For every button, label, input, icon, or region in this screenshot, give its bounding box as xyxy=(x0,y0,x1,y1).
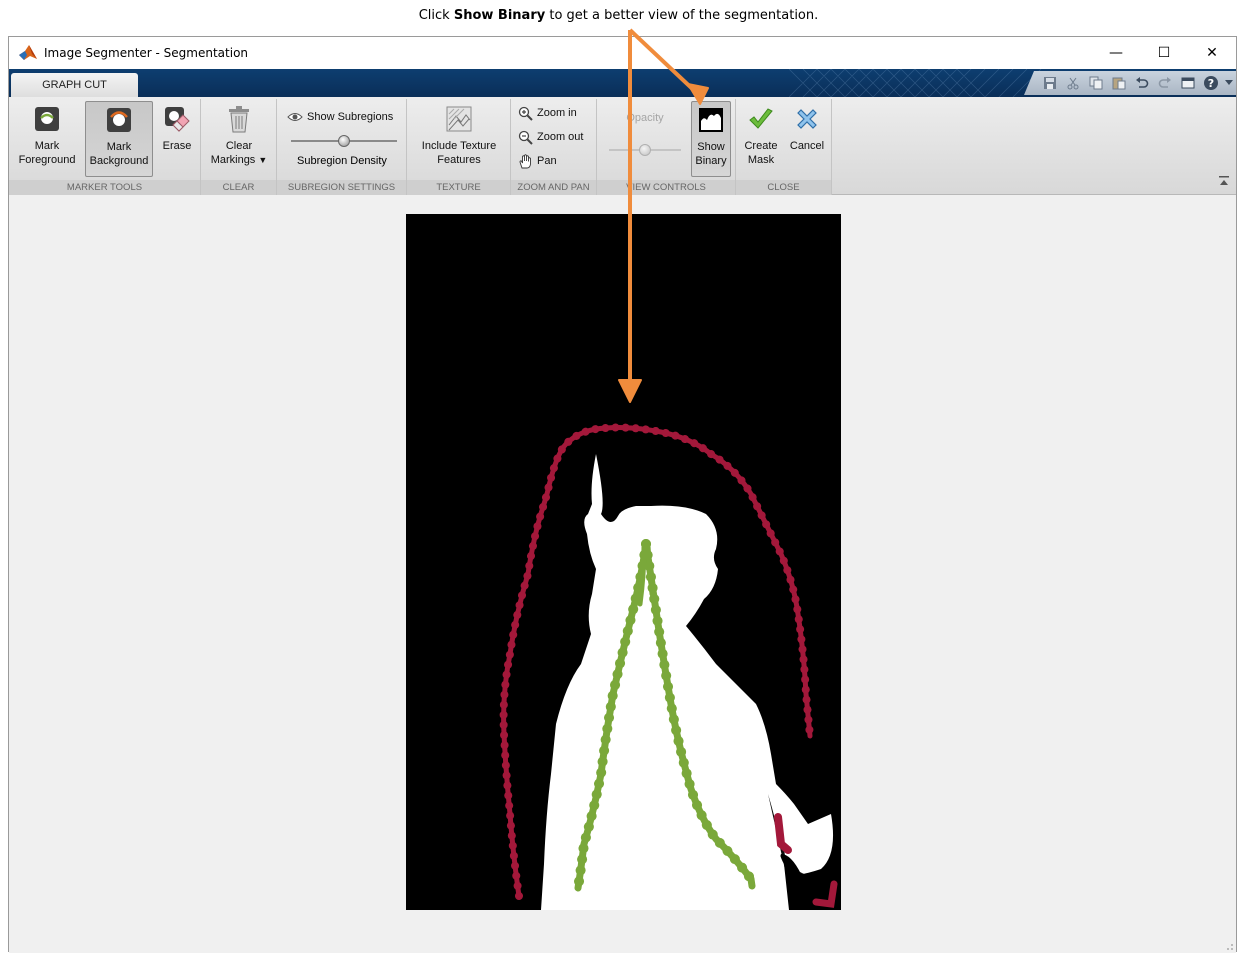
eraser-icon xyxy=(163,105,191,133)
group-label-zoom-and-pan: ZOOM AND PAN xyxy=(511,180,596,195)
group-marker-tools: Mark Foreground Mark Background Erase MA… xyxy=(9,99,201,195)
tab-graph-cut[interactable]: GRAPH CUT xyxy=(11,73,138,97)
clear-markings-label-2: Markings ▼ xyxy=(210,154,268,166)
show-binary-label-1: Show xyxy=(697,141,725,153)
include-texture-label-2: Features xyxy=(437,154,481,166)
group-close: Create Mask Cancel CLOSE xyxy=(736,99,832,195)
mark-background-button[interactable]: Mark Background xyxy=(85,101,153,177)
app-window: Image Segmenter - Segmentation — ☐ ✕ GRA… xyxy=(8,36,1237,953)
toolstrip-ribbon: Mark Foreground Mark Background Erase MA… xyxy=(9,97,1236,195)
zoom-in-button[interactable]: Zoom in xyxy=(517,105,577,121)
help-icon[interactable]: ? xyxy=(1199,73,1222,93)
redo-icon[interactable] xyxy=(1153,73,1176,93)
mark-foreground-icon xyxy=(33,105,61,133)
group-label-marker-tools: MARKER TOOLS xyxy=(9,180,200,195)
show-binary-label-2: Binary xyxy=(695,155,727,167)
resize-grip-icon[interactable] xyxy=(1224,941,1234,951)
cut-icon[interactable] xyxy=(1061,73,1084,93)
eye-icon xyxy=(287,109,303,125)
close-button[interactable]: ✕ xyxy=(1188,37,1236,69)
subregion-density-label: Subregion Density xyxy=(297,155,387,167)
segmentation-graphic xyxy=(499,423,838,910)
paste-icon[interactable] xyxy=(1107,73,1130,93)
show-subregions-label: Show Subregions xyxy=(307,111,394,123)
copy-icon[interactable] xyxy=(1084,73,1107,93)
opacity-label: Opacity xyxy=(626,112,664,124)
pan-button[interactable]: Pan xyxy=(517,153,557,169)
clear-markings-button[interactable]: Clear Markings ▼ xyxy=(205,101,273,167)
group-view-controls: Opacity Show Binary VIEW CONTROLS xyxy=(597,99,736,195)
clear-markings-label-1: Clear xyxy=(225,140,253,152)
binary-segmentation-image[interactable] xyxy=(406,214,841,910)
collapse-ribbon-icon[interactable] xyxy=(1218,175,1230,187)
erase-label: Erase xyxy=(162,140,192,152)
group-texture: Include Texture Features TEXTURE xyxy=(407,99,511,195)
annotation-suffix: to get a better view of the segmentation… xyxy=(549,8,819,23)
mark-background-label-1: Mark xyxy=(106,141,132,153)
window-title: Image Segmenter - Segmentation xyxy=(44,46,249,60)
mark-background-icon xyxy=(105,106,133,134)
trash-icon xyxy=(225,105,253,133)
mark-foreground-label-2: Foreground xyxy=(18,154,76,166)
pan-label: Pan xyxy=(537,155,557,167)
group-label-view-controls: VIEW CONTROLS xyxy=(597,180,735,195)
tab-strip: GRAPH CUT ? xyxy=(9,69,1236,97)
group-subregion-settings: Show Subregions Subregion Density SUBREG… xyxy=(277,99,407,195)
annotation-bold: Show Binary xyxy=(453,8,546,23)
zoom-out-icon xyxy=(517,129,533,145)
annotation-prefix: Click xyxy=(418,8,450,23)
zoom-in-label: Zoom in xyxy=(537,107,577,119)
quick-access-toolbar: ? xyxy=(1024,71,1236,95)
background-marker-corner xyxy=(812,880,838,908)
undo-icon[interactable] xyxy=(1130,73,1153,93)
opacity-slider-thumb[interactable] xyxy=(639,144,651,156)
slider-thumb[interactable] xyxy=(338,135,350,147)
group-label-clear: CLEAR xyxy=(201,180,276,195)
subregion-density-slider[interactable] xyxy=(291,135,397,147)
maximize-button[interactable]: ☐ xyxy=(1140,37,1188,69)
window-controls: — ☐ ✕ xyxy=(1092,37,1236,69)
title-bar: Image Segmenter - Segmentation — ☐ ✕ xyxy=(9,37,1236,69)
create-mask-label-2: Mask xyxy=(747,154,775,166)
zoom-out-label: Zoom out xyxy=(537,131,584,143)
erase-button[interactable]: Erase xyxy=(157,101,197,153)
checkmark-icon xyxy=(747,105,775,133)
texture-icon xyxy=(445,105,473,133)
svg-text:?: ? xyxy=(1207,77,1213,90)
mark-foreground-label-1: Mark xyxy=(34,140,60,152)
binary-image-icon xyxy=(697,106,725,134)
group-zoom-and-pan: Zoom in Zoom out Pan ZOOM AND PAN xyxy=(511,99,597,195)
cancel-button[interactable]: Cancel xyxy=(784,101,830,153)
group-label-texture: TEXTURE xyxy=(407,180,510,195)
mark-foreground-button[interactable]: Mark Foreground xyxy=(13,101,81,167)
create-mask-label-1: Create xyxy=(744,140,778,152)
include-texture-label-1: Include Texture xyxy=(421,140,497,152)
cancel-label: Cancel xyxy=(789,140,825,152)
save-icon[interactable] xyxy=(1038,73,1061,93)
cancel-x-icon xyxy=(793,105,821,133)
dropdown-arrow-icon: ▼ xyxy=(258,155,268,165)
include-texture-features-button[interactable]: Include Texture Features xyxy=(411,101,507,167)
create-mask-button[interactable]: Create Mask xyxy=(740,101,782,167)
opacity-slider[interactable] xyxy=(609,144,681,156)
show-binary-button[interactable]: Show Binary xyxy=(691,101,731,177)
zoom-out-button[interactable]: Zoom out xyxy=(517,129,583,145)
layout-icon[interactable] xyxy=(1176,73,1199,93)
hand-pan-icon xyxy=(517,153,533,169)
zoom-in-icon xyxy=(517,105,533,121)
dropdown-icon[interactable] xyxy=(1222,73,1236,93)
annotation-caption: Click Show Binary to get a better view o… xyxy=(0,0,1237,34)
decorative-pattern xyxy=(789,69,1042,97)
mark-background-label-2: Background xyxy=(89,155,149,167)
minimize-button[interactable]: — xyxy=(1092,37,1140,69)
matlab-logo-icon xyxy=(19,45,37,60)
group-label-subregion-settings: SUBREGION SETTINGS xyxy=(277,180,406,195)
show-subregions-toggle[interactable]: Show Subregions xyxy=(287,109,393,125)
image-canvas-area[interactable] xyxy=(9,196,1236,953)
group-label-close: CLOSE xyxy=(736,180,831,195)
group-clear: Clear Markings ▼ CLEAR xyxy=(201,99,277,195)
